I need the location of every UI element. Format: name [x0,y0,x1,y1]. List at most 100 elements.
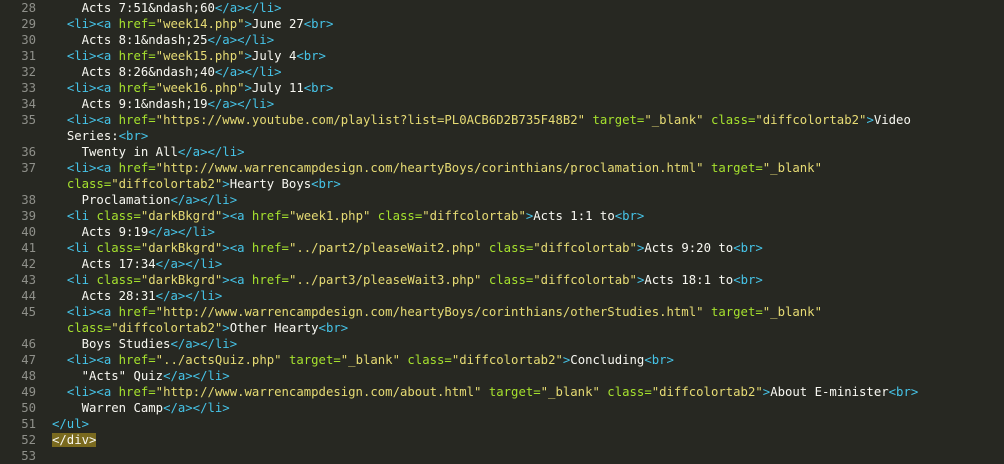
code-editor[interactable]: 28 Acts 7:51&ndash;60</a></li> 29 <li><a … [0,0,1004,463]
code-line[interactable]: 50 Warren Camp</a></li> [0,400,1004,416]
code-line[interactable]: 33 <li><a href="week16.php">July 11<br> [0,80,1004,96]
line-number: 34 [21,97,36,111]
code-line[interactable]: 41 <li class="darkBkgrd"><a href="../par… [0,240,1004,256]
line-number: 28 [21,1,36,15]
code-line[interactable]: 30 Acts 8:1&ndash;25</a></li> [0,32,1004,48]
line-number: 36 [21,145,36,159]
token-txt: Acts 9:20 to [644,241,734,255]
token-tag: <br> [644,353,674,367]
code-text: </div> [52,432,97,448]
token-tag: <li><a [66,161,119,175]
token-tag: <li [66,241,97,255]
token-tag: </a></li> [148,225,215,239]
token-txt: Boys Studies [81,337,171,351]
token-txt: June 27 [251,17,304,31]
token-str: "_blank" [540,385,600,399]
code-line[interactable]: 28 Acts 7:51&ndash;60</a></li> [0,0,1004,16]
code-text: <li><a href="week14.php">June 27<br> [52,16,334,32]
token-attr: class= [96,241,141,255]
token-txt: Warren Camp [81,401,164,415]
code-text: <li><a href="http://www.warrencampdesign… [52,160,822,176]
token-attr: href= [118,49,156,63]
code-text: <li><a href="../actsQuiz.php" target="_b… [52,352,674,368]
token-str: "darkBkgrd" [140,241,223,255]
token-tag: </ul> [52,417,90,431]
token-attr: href= [118,305,156,319]
line-number: 53 [21,449,36,463]
token-tag: </a></li> [214,1,282,15]
code-line[interactable]: 47 <li><a href="../actsQuiz.php" target=… [0,352,1004,368]
code-line[interactable]: 43 <li class="darkBkgrd"><a href="../par… [0,272,1004,288]
code-text: Acts 8:1&ndash;25</a></li> [52,32,275,48]
code-line[interactable]: class="diffcolortab2">Hearty Boys<br> [0,176,1004,192]
code-text: <li><a href="week16.php">July 11<br> [52,80,334,96]
line-number: 44 [21,289,36,303]
code-line[interactable]: 45 <li><a href="http://www.warrencampdes… [0,304,1004,320]
code-line[interactable]: 31 <li><a href="week15.php">July 4<br> [0,48,1004,64]
code-line[interactable]: 40 Acts 9:19</a></li> [0,224,1004,240]
code-line[interactable]: Series:<br> [0,128,1004,144]
code-line[interactable]: 29 <li><a href="week14.php">June 27<br> [0,16,1004,32]
token-tag: <br> [296,49,326,63]
code-line[interactable]: 53 [0,448,1004,464]
token-str: "diffcolortab" [533,241,637,255]
line-number: 30 [21,33,36,47]
code-line[interactable]: 42 Acts 17:34</a></li> [0,256,1004,272]
token-tag: <li><a [66,353,119,367]
code-text: <li><a href="http://www.warrencampdesign… [52,384,918,400]
token-tag: </a></li> [170,193,238,207]
code-line[interactable]: 36 Twenty in All</a></li> [0,144,1004,160]
token-attr: class= [407,353,452,367]
code-line[interactable]: 35 <li><a href="https://www.youtube.com/… [0,112,1004,128]
token-txt: Acts 9:1&ndash;19 [81,97,208,111]
code-line[interactable]: 38 Proclamation</a></li> [0,192,1004,208]
token-attr: class= [607,385,652,399]
line-number: 40 [21,225,36,239]
token-tag: ><a [222,273,252,287]
token-tag: </a></li> [163,401,230,415]
token-str: "week1.php" [288,209,371,223]
token-str: "_blank" [644,113,704,127]
code-line[interactable]: 48 "Acts" Quiz</a></li> [0,368,1004,384]
code-line[interactable]: 44 Acts 28:31</a></li> [0,288,1004,304]
token-tag: > [244,49,252,63]
token-attr: target= [710,161,763,175]
token-txt: Acts 9:19 [81,225,149,239]
token-str: "diffcolortab" [422,209,526,223]
code-line[interactable]: 37 <li><a href="http://www.warrencampdes… [0,160,1004,176]
token-attr: href= [251,209,289,223]
code-line[interactable]: 49 <li><a href="http://www.warrencampdes… [0,384,1004,400]
line-number: 37 [21,161,36,175]
token-tag: > [244,17,252,31]
token-tag: <li><a [66,17,119,31]
code-line[interactable]: 32 Acts 8:26&ndash;40</a></li> [0,64,1004,80]
token-str: "diffcolortab2" [111,177,223,191]
code-line[interactable]: 52 </div> [0,432,1004,448]
code-text: Twenty in All</a></li> [52,144,245,160]
token-str: "week15.php" [155,49,245,63]
token-str: "_blank" [762,305,822,319]
token-tag: </a></li> [207,33,275,47]
code-line[interactable]: 46 Boys Studies</a></li> [0,336,1004,352]
token-attr: class= [488,273,534,287]
code-line[interactable]: 39 <li class="darkBkgrd"><a href="week1.… [0,208,1004,224]
code-line[interactable]: 34 Acts 9:1&ndash;19</a></li> [0,96,1004,112]
code-line[interactable]: class="diffcolortab2">Other Hearty<br> [0,320,1004,336]
code-line[interactable]: 51 </ul> [0,416,1004,432]
line-number: 52 [21,433,36,447]
token-txt: Acts 17:34 [81,257,156,271]
token-tag: </a></li> [163,369,230,383]
token-str: "diffcolortab2" [451,353,563,367]
